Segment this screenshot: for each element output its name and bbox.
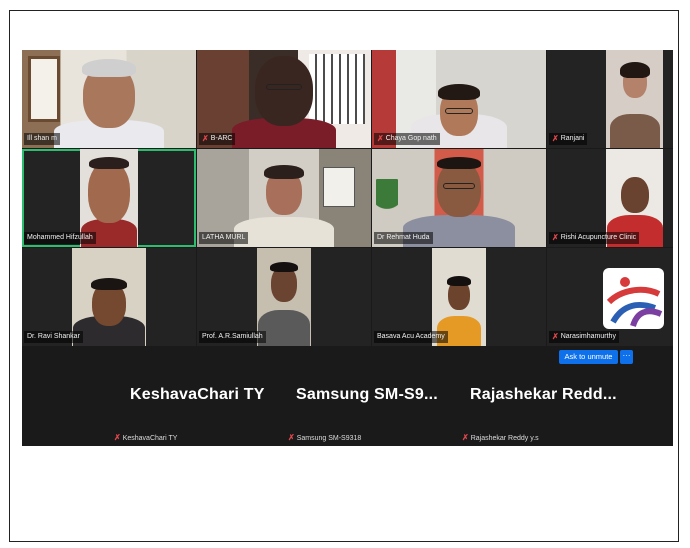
participant-name-bar: ✗ Narasimhamurthy — [549, 331, 619, 343]
participant-name: LATHA MURL — [202, 234, 246, 241]
mic-off-icon: ✗ — [114, 433, 121, 442]
glasses — [443, 183, 475, 189]
mic-off-icon: ✗ — [552, 134, 559, 143]
logo-graphic — [606, 277, 663, 328]
video-tile-b-arc[interactable]: ✗ B-ARC — [197, 50, 371, 148]
wall-poster — [323, 167, 355, 207]
person-hair — [89, 157, 129, 169]
audio-participant-display-name: Samsung SM-S9... — [296, 386, 438, 403]
plant — [376, 179, 398, 223]
participant-name: Narasimhamurthy — [560, 333, 616, 340]
participant-name: Prof. A.R.Samiullah — [202, 333, 263, 340]
video-tile-rishi[interactable]: ✗ Rishi Acupuncture Clinic — [547, 149, 673, 247]
video-tile-ravi[interactable]: Dr. Ravi Shankar — [22, 248, 196, 346]
window — [28, 56, 60, 122]
participant-name: B-ARC — [210, 135, 233, 142]
glasses — [445, 108, 473, 114]
participant-name: Rajashekar Reddy y.s — [470, 434, 539, 442]
participant-name: Basava Acu Academy — [377, 333, 445, 340]
mic-off-icon: ✗ — [377, 134, 384, 143]
person-hair — [91, 278, 127, 290]
video-tile-latha[interactable]: LATHA MURL — [197, 149, 371, 247]
participant-name-bar: Dr. Ravi Shankar — [24, 331, 83, 343]
participant-name: Mohammed Hifzullah — [27, 234, 93, 241]
participant-name: Ill shan m — [27, 135, 57, 142]
participant-name-bar: ✗ B-ARC — [199, 133, 236, 145]
participant-name: Chaya Gop nath — [385, 135, 437, 142]
video-tile-ranjani[interactable]: ✗ Ranjani — [547, 50, 673, 148]
person-head — [620, 177, 649, 213]
participant-name: Dr. Ravi Shankar — [27, 333, 80, 340]
person-hair — [437, 157, 481, 169]
video-tile-mohammed-active-speaker[interactable]: Mohammed Hifzullah — [22, 149, 196, 247]
person-body — [234, 217, 334, 247]
participant-name: Dr Rehmat Huda — [377, 234, 430, 241]
ask-to-unmute-button[interactable]: Ask to unmute — [559, 350, 618, 364]
person-head — [437, 161, 481, 217]
more-options-button[interactable]: ··· — [620, 350, 633, 364]
person-hair — [447, 276, 471, 286]
video-tile-ill-shan[interactable]: Ill shan m — [22, 50, 196, 148]
video-tile-chaya[interactable]: ✗ Chaya Gop nath — [372, 50, 546, 148]
video-tile-rehmat[interactable]: Dr Rehmat Huda — [372, 149, 546, 247]
clinic-logo — [603, 268, 664, 329]
audio-participant-display-name: KeshavaChari TY — [130, 386, 265, 403]
participant-name-bar: Prof. A.R.Samiullah — [199, 331, 266, 343]
video-feed — [606, 50, 663, 148]
mic-off-icon: ✗ — [288, 433, 295, 442]
audio-participant-label: ✗ Rajashekar Reddy y.s — [462, 432, 539, 444]
person-head — [88, 161, 130, 223]
mic-off-icon: ✗ — [462, 433, 469, 442]
video-tile-samiullah[interactable]: Prof. A.R.Samiullah — [197, 248, 371, 346]
person-hair — [270, 262, 298, 272]
audio-participant-label: ✗ Samsung SM-S9318 — [288, 432, 361, 444]
person-body — [258, 310, 310, 346]
person-head — [255, 56, 313, 126]
video-feed — [72, 248, 146, 346]
participant-name-bar: Ill shan m — [24, 133, 60, 145]
participant-name-bar: ✗ Rishi Acupuncture Clinic — [549, 232, 640, 244]
participant-name-bar: Basava Acu Academy — [374, 331, 448, 343]
participant-name-bar: ✗ Chaya Gop nath — [374, 133, 440, 145]
audio-participant-display-name: Rajashekar Redd... — [470, 386, 617, 403]
participant-name: KeshavaChari TY — [122, 434, 178, 442]
participant-name: Samsung SM-S9318 — [296, 434, 362, 442]
window-grille — [309, 54, 365, 124]
participant-name-bar: Dr Rehmat Huda — [374, 232, 433, 244]
glasses — [266, 84, 302, 90]
participant-name-bar: Mohammed Hifzullah — [24, 232, 96, 244]
mic-off-icon: ✗ — [552, 233, 559, 242]
person-hair — [264, 165, 304, 179]
person-hair — [438, 84, 480, 100]
mic-off-icon: ✗ — [202, 134, 209, 143]
person-hair — [619, 62, 650, 78]
zoom-gallery-view: Ill shan m ✗ B-ARC ✗ Chaya Gop nath ✗ Ra… — [22, 50, 673, 446]
participant-name: Rishi Acupuncture Clinic — [560, 234, 637, 241]
participant-name-bar: LATHA MURL — [199, 232, 249, 244]
participant-name: Ranjani — [560, 135, 585, 142]
person-hair — [82, 59, 136, 77]
person-body — [609, 114, 660, 148]
video-tile-basava[interactable]: Basava Acu Academy — [372, 248, 546, 346]
mic-off-icon: ✗ — [552, 332, 559, 341]
audio-participant-label: ✗ KeshavaChari TY — [114, 432, 177, 444]
participant-name-bar: ✗ Ranjani — [549, 133, 588, 145]
